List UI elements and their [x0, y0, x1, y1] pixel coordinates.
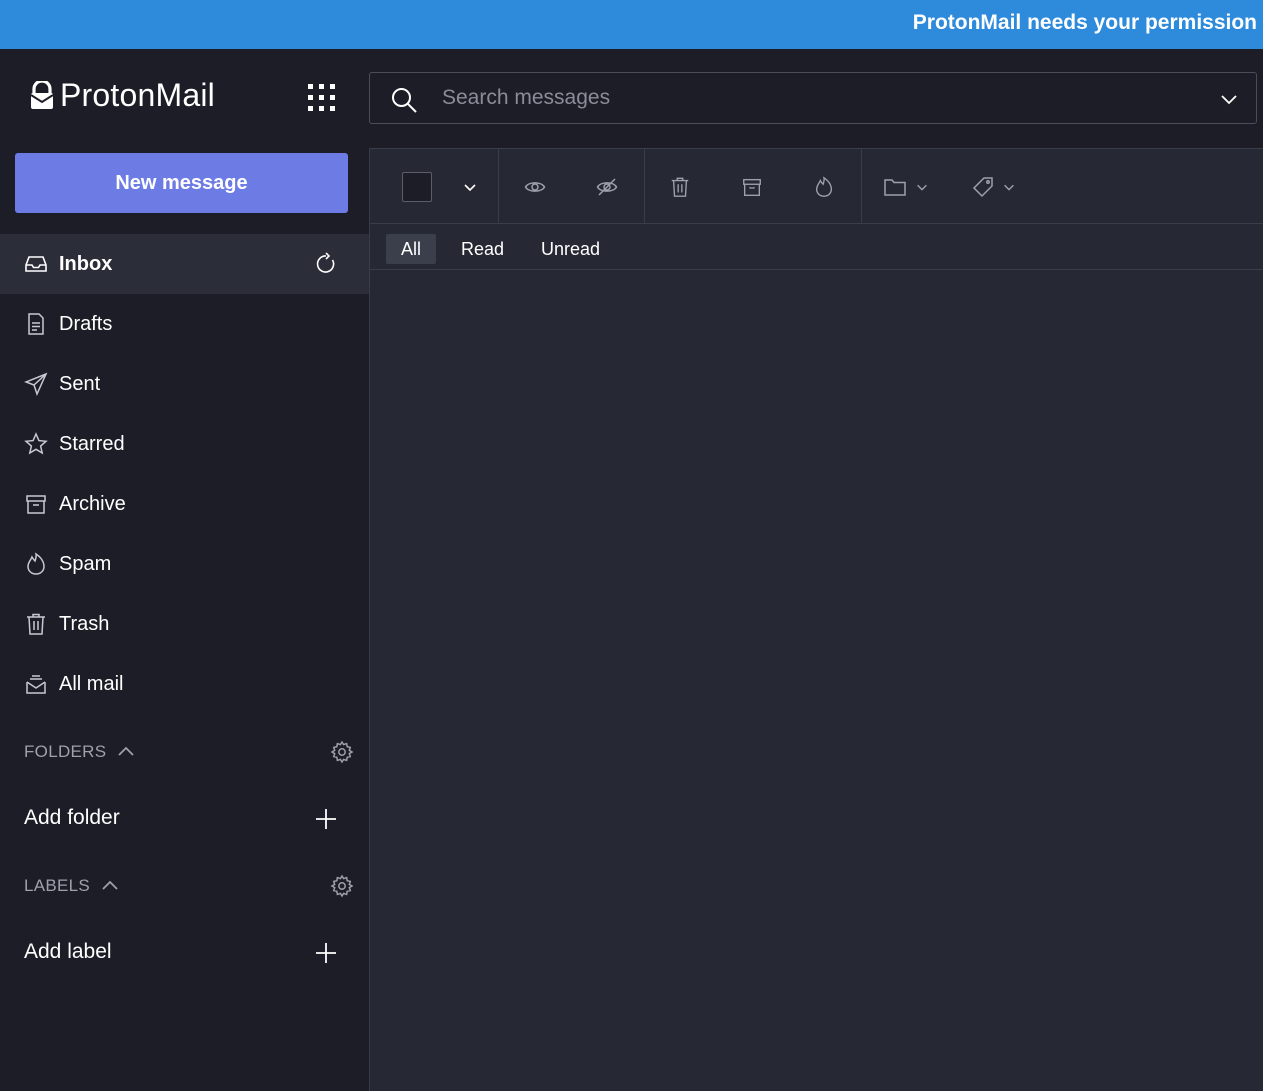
- search-bar[interactable]: [369, 72, 1257, 124]
- filter-bar: All Read Unread: [370, 225, 1263, 270]
- sidebar-item-archive[interactable]: Archive: [0, 474, 369, 534]
- eye-slash-icon: [596, 176, 618, 198]
- sidebar-item-drafts[interactable]: Drafts: [0, 294, 369, 354]
- sidebar-item-spam[interactable]: Spam: [0, 534, 369, 594]
- sidebar-item-label: Archive: [59, 492, 126, 515]
- app-logo[interactable]: ProtonMail: [30, 77, 215, 114]
- move-to-trash-button[interactable]: [662, 149, 698, 224]
- sent-icon: [24, 372, 48, 396]
- sidebar-item-label: Starred: [59, 432, 125, 455]
- add-label-label: Add label: [24, 940, 112, 963]
- filter-unread[interactable]: Unread: [526, 234, 615, 264]
- banner-text: ProtonMail needs your permission: [912, 11, 1257, 34]
- add-folder-button[interactable]: Add folder: [24, 798, 342, 838]
- sidebar-nav: Inbox Drafts Sent Starred Archive Spam T…: [0, 234, 369, 714]
- sidebar-item-label: Drafts: [59, 312, 113, 335]
- move-to-archive-button[interactable]: [734, 149, 770, 224]
- chevron-down-icon: [462, 179, 478, 195]
- sidebar-item-label: Trash: [59, 612, 110, 635]
- spam-icon: [813, 175, 835, 198]
- message-list-panel: All Read Unread: [369, 148, 1263, 1091]
- sidebar-item-trash[interactable]: Trash: [0, 594, 369, 654]
- permission-banner[interactable]: ProtonMail needs your permission: [0, 0, 1263, 49]
- chevron-down-icon: [915, 180, 929, 194]
- spam-icon: [24, 552, 48, 576]
- apply-label-button[interactable]: [968, 149, 1020, 224]
- trash-icon: [24, 612, 48, 636]
- sidebar-item-all-mail[interactable]: All mail: [0, 654, 369, 714]
- filter-all[interactable]: All: [386, 234, 437, 264]
- search-input[interactable]: [442, 83, 1202, 113]
- plus-icon[interactable]: [314, 941, 338, 965]
- toolbar: [370, 149, 1263, 224]
- chevron-down-icon[interactable]: [1218, 88, 1240, 110]
- new-message-button[interactable]: New message: [15, 153, 348, 213]
- add-label-button[interactable]: Add label: [24, 932, 342, 972]
- search-icon[interactable]: [390, 86, 418, 114]
- sidebar-item-sent[interactable]: Sent: [0, 354, 369, 414]
- trash-icon: [669, 176, 691, 198]
- chevron-up-icon[interactable]: [100, 876, 120, 896]
- plus-icon[interactable]: [314, 807, 338, 831]
- sidebar: ProtonMail New message Inbox Drafts Sent…: [0, 49, 369, 1091]
- gear-icon[interactable]: [330, 740, 354, 764]
- sidebar-item-label: All mail: [59, 672, 124, 695]
- star-icon: [24, 432, 48, 456]
- move-to-folder-button[interactable]: [878, 149, 934, 224]
- inbox-icon: [24, 252, 48, 276]
- sidebar-item-label: Sent: [59, 372, 101, 395]
- lock-logo-icon: [30, 80, 54, 111]
- move-to-spam-button[interactable]: [806, 149, 842, 224]
- mark-unread-button[interactable]: [589, 149, 625, 224]
- gear-icon[interactable]: [330, 874, 354, 898]
- sidebar-item-inbox[interactable]: Inbox: [0, 234, 369, 294]
- select-options-button[interactable]: [456, 149, 484, 224]
- app-name: ProtonMail: [60, 77, 215, 113]
- folders-section-header[interactable]: FOLDERS: [24, 737, 354, 767]
- archive-icon: [24, 492, 48, 516]
- archive-icon: [741, 176, 763, 198]
- mark-read-button[interactable]: [517, 149, 553, 224]
- sidebar-item-label: Spam: [59, 552, 112, 575]
- drafts-icon: [24, 312, 48, 336]
- labels-section-header[interactable]: LABELS: [24, 871, 354, 901]
- apps-grid-icon[interactable]: [307, 83, 337, 113]
- labels-title: LABELS: [24, 876, 91, 895]
- refresh-icon[interactable]: [314, 252, 338, 276]
- eye-icon: [524, 176, 546, 198]
- toolbar-divider: [498, 149, 499, 224]
- chevron-down-icon: [1002, 180, 1016, 194]
- toolbar-divider: [861, 149, 862, 224]
- folder-icon: [883, 176, 907, 198]
- add-folder-label: Add folder: [24, 806, 120, 829]
- folders-title: FOLDERS: [24, 742, 107, 761]
- toolbar-divider: [644, 149, 645, 224]
- chevron-up-icon[interactable]: [116, 742, 136, 762]
- filter-read[interactable]: Read: [446, 234, 519, 264]
- sidebar-item-label: Inbox: [59, 252, 113, 275]
- checkbox[interactable]: [402, 171, 432, 202]
- sidebar-item-starred[interactable]: Starred: [0, 414, 369, 474]
- all-mail-icon: [24, 672, 48, 696]
- tag-icon: [972, 176, 994, 198]
- select-all-checkbox[interactable]: [402, 149, 432, 224]
